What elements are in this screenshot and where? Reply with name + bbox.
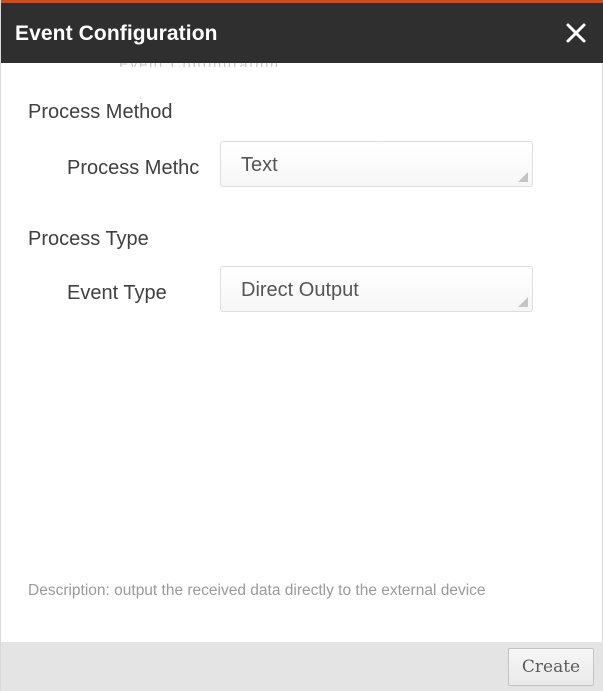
event-type-value: Direct Output [241, 279, 359, 301]
dialog-footer: Create [1, 642, 603, 691]
event-description: Description: output the received data di… [28, 582, 486, 599]
section-heading-process-type: Process Type [28, 228, 149, 250]
event-type-select[interactable]: Direct Output [220, 266, 533, 312]
close-icon [566, 23, 586, 43]
process-method-value: Text [241, 154, 278, 176]
resize-grip-icon [518, 297, 528, 307]
event-configuration-dialog: Event Configuration Event Configuration … [0, 0, 603, 691]
dialog-title: Event Configuration [15, 22, 218, 45]
clipped-background-text: Event Configuration [119, 63, 339, 67]
event-type-label: Event Type [67, 282, 167, 304]
dialog-titlebar: Event Configuration [1, 3, 603, 63]
resize-grip-icon [518, 172, 528, 182]
close-button[interactable] [560, 17, 592, 49]
process-method-select[interactable]: Text [220, 141, 533, 187]
section-heading-process-method: Process Method [28, 101, 173, 123]
process-method-label: Process Methc [67, 157, 200, 179]
create-button[interactable]: Create [508, 648, 594, 686]
